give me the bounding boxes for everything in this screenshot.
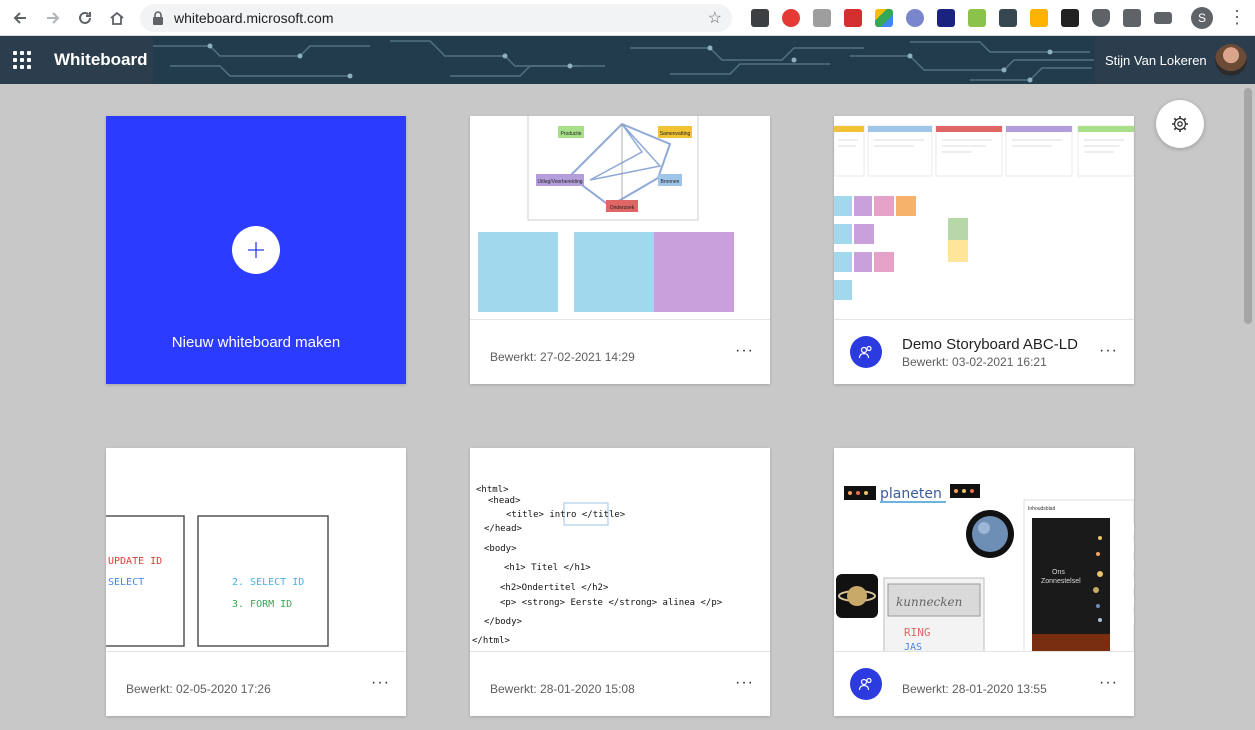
lock-icon	[152, 11, 164, 25]
board-card[interactable]: <html> <head> <title> intro </title> </h…	[470, 448, 770, 716]
radar-label-samenvatting: Samenvatting	[660, 131, 691, 137]
html-line: <p> <strong> Eerste </strong> alinea </p…	[500, 598, 723, 608]
board-edited: Bewerkt: 27-02-2021 14:29	[490, 350, 635, 364]
board-thumbnail: Productie Samenvatting Uitleg/Voorbereid…	[470, 116, 770, 320]
adblock-extension-icon[interactable]	[782, 9, 800, 27]
browser-toolbar: whiteboard.microsoft.com ☆ S ⋮	[0, 0, 1255, 36]
forward-arrow-icon[interactable]	[37, 2, 69, 34]
planets-word1: kunnecken	[896, 595, 962, 609]
user-name[interactable]: Stijn Van Lokeren	[1105, 53, 1207, 68]
rocket-extension-icon[interactable]	[906, 9, 924, 27]
sql-select-id-text: 2. SELECT ID	[232, 577, 304, 588]
board-card[interactable]: planeten kunnecken RING JAS Inhoudsblad …	[834, 448, 1134, 716]
chart-extension-icon[interactable]	[937, 9, 955, 27]
sql-update-text: UPDATE ID	[108, 556, 162, 567]
board-thumbnail: <html> <head> <title> intro </title> </h…	[470, 448, 770, 652]
board-card[interactable]: UPDATE ID SELECT 2. SELECT ID 3. FORM ID…	[106, 448, 406, 716]
html-line: <head>	[488, 496, 521, 506]
board-footer: Bewerkt: 28-01-2020 13:55 ···	[834, 652, 1134, 716]
address-bar[interactable]: whiteboard.microsoft.com ☆	[140, 4, 732, 32]
more-options-button[interactable]: ···	[735, 342, 754, 360]
planets-word2: RING	[904, 626, 931, 639]
shared-board-badge	[850, 668, 882, 700]
board-footer: Bewerkt: 27-02-2021 14:29 ···	[470, 320, 770, 384]
board-footer: Bewerkt: 28-01-2020 15:08 ···	[470, 652, 770, 716]
radar-label-bronnen: Bronnen	[661, 179, 680, 185]
planets-word3: JAS	[904, 642, 922, 652]
back-arrow-icon[interactable]	[4, 2, 36, 34]
more-options-button[interactable]: ···	[735, 674, 754, 692]
playlist-icon[interactable]	[1154, 12, 1172, 24]
app-brand: Whiteboard	[0, 36, 153, 84]
reload-icon[interactable]	[69, 2, 101, 34]
new-whiteboard-label: Nieuw whiteboard maken	[171, 334, 341, 351]
html-line: <body>	[484, 544, 517, 554]
drive-extension-icon[interactable]	[875, 9, 893, 27]
html-line: <h1> Titel </h1>	[504, 563, 591, 573]
html-line: <html>	[476, 485, 509, 495]
app-title[interactable]: Whiteboard	[54, 50, 148, 70]
home-icon[interactable]	[101, 2, 133, 34]
sql-select-text: SELECT	[108, 577, 144, 588]
app-launcher-icon[interactable]	[13, 51, 31, 69]
radar-label-onderzoek: Onderzoek	[610, 205, 635, 211]
settings-button[interactable]	[1156, 100, 1204, 148]
html-line: <h2>Ondertitel </h2>	[500, 583, 609, 593]
radar-label-productie: Productie	[560, 131, 581, 137]
header-circuit-pattern	[150, 36, 1100, 84]
bookmark-star-icon[interactable]: ☆	[708, 8, 722, 28]
gear-icon	[1172, 116, 1188, 132]
pdf-extension-icon[interactable]	[844, 9, 862, 27]
planets-panel-title: Inhoudsblad	[1028, 506, 1055, 512]
office-extension-icon[interactable]	[813, 9, 831, 27]
user-avatar[interactable]	[1215, 44, 1247, 76]
news-extension-icon[interactable]	[999, 9, 1017, 27]
board-edited: Bewerkt: 02-05-2020 17:26	[126, 682, 271, 696]
more-options-button[interactable]: ···	[371, 674, 390, 692]
board-thumbnail: planeten kunnecken RING JAS Inhoudsblad …	[834, 448, 1134, 652]
people-icon	[858, 677, 872, 691]
board-footer: Bewerkt: 02-05-2020 17:26 ···	[106, 652, 406, 716]
shared-board-badge	[850, 336, 882, 368]
extensions-row	[744, 6, 1178, 30]
puzzle-extensions-icon[interactable]	[1123, 9, 1141, 27]
board-thumbnail	[834, 116, 1134, 320]
board-card[interactable]: Productie Samenvatting Uitleg/Voorbereid…	[470, 116, 770, 384]
pdf-tool-extension-icon[interactable]	[968, 9, 986, 27]
planets-zon: Zonnestelsel	[1041, 578, 1081, 585]
browser-menu-icon[interactable]: ⋮	[1228, 6, 1246, 28]
planets-title: planeten	[880, 486, 942, 502]
user-account[interactable]: Stijn Van Lokeren	[1095, 36, 1255, 84]
shield-extension-icon[interactable]	[1092, 9, 1110, 27]
board-edited: Bewerkt: 03-02-2021 16:21	[902, 355, 1047, 369]
people-icon	[858, 345, 872, 359]
board-card[interactable]: Demo Storyboard ABC-LD Bewerkt: 03-02-20…	[834, 116, 1134, 384]
scrollbar-thumb[interactable]	[1244, 88, 1252, 324]
sql-form-id-text: 3. FORM ID	[232, 599, 292, 610]
more-options-button[interactable]: ···	[1099, 674, 1118, 692]
board-edited: Bewerkt: 28-01-2020 13:55	[902, 682, 1047, 696]
board-footer: Demo Storyboard ABC-LD Bewerkt: 03-02-20…	[834, 320, 1134, 384]
new-whiteboard-button[interactable]: Nieuw whiteboard maken	[106, 116, 406, 384]
eyedropper-extension-icon[interactable]	[751, 9, 769, 27]
url-text: whiteboard.microsoft.com	[174, 10, 334, 26]
html-line: </head>	[484, 524, 523, 534]
board-thumbnail: UPDATE ID SELECT 2. SELECT ID 3. FORM ID	[106, 448, 406, 652]
planets-ons: Ons	[1052, 569, 1065, 576]
board-title: Demo Storyboard ABC-LD	[902, 336, 1078, 353]
profile-avatar[interactable]: S	[1191, 7, 1213, 29]
more-options-button[interactable]: ···	[1099, 342, 1118, 360]
plus-icon	[232, 226, 280, 274]
board-edited: Bewerkt: 28-01-2020 15:08	[490, 682, 635, 696]
shield-color-extension-icon[interactable]	[1030, 9, 1048, 27]
html-line: <title> intro </title>	[506, 510, 626, 520]
radar-label-uitleg: Uitleg/Voorbereiding	[537, 179, 582, 185]
html-line: </html>	[472, 636, 511, 646]
dark-extension-icon[interactable]	[1061, 9, 1079, 27]
html-line: </body>	[484, 617, 523, 627]
app-header: Whiteboard Stijn Van Lokeren	[0, 36, 1255, 84]
